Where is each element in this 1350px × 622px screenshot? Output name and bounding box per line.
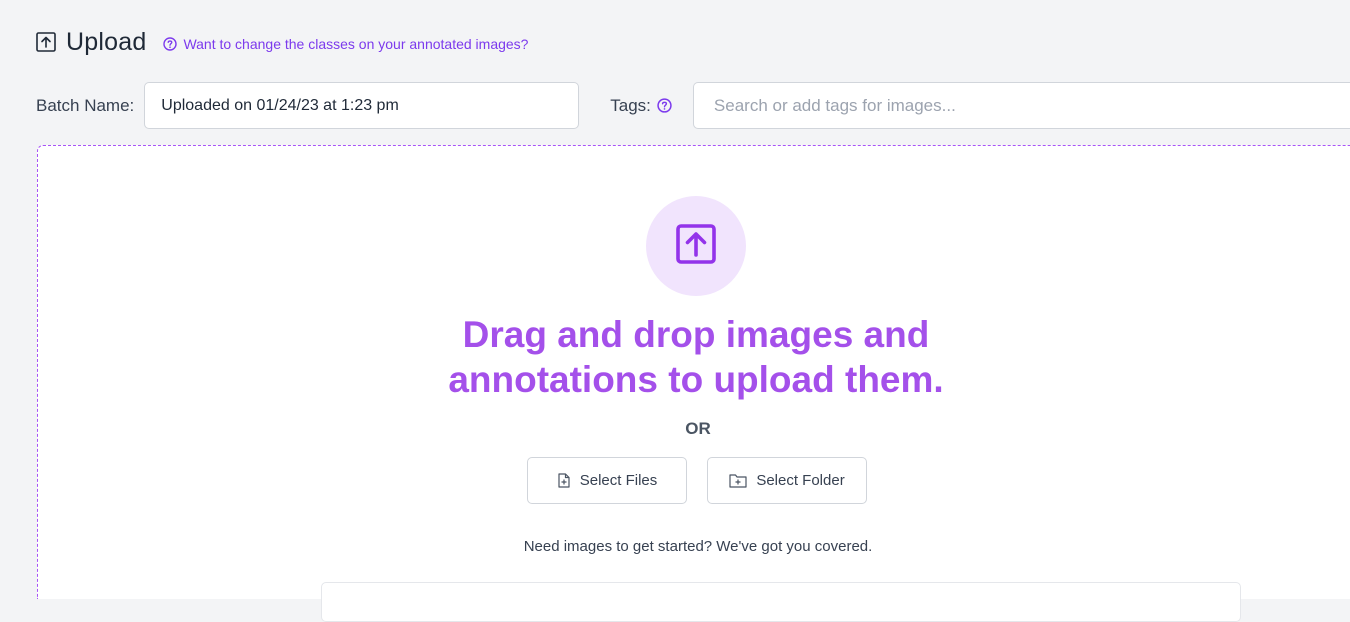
upload-icon [36,32,56,52]
sample-datasets-panel[interactable] [321,582,1241,622]
headline-line-1: Drag and drop images and [396,312,996,357]
page-header: Upload Want to change the classes on you… [36,26,528,58]
tags-search-input[interactable] [693,82,1350,129]
batch-name-input[interactable] [144,82,579,129]
dropzone-headline: Drag and drop images and annotations to … [396,312,996,402]
need-images-text: Need images to get started? We've got yo… [398,538,998,555]
tags-label-group: Tags: [610,96,672,116]
upload-dropzone[interactable]: Drag and drop images and annotations to … [37,145,1350,599]
change-classes-help-link[interactable]: Want to change the classes on your annot… [163,36,528,52]
batch-name-label: Batch Name: [36,96,134,116]
select-files-button[interactable]: Select Files [527,457,687,504]
upload-icon [675,223,717,270]
select-files-label: Select Files [580,472,658,489]
upload-icon-circle [646,196,746,296]
headline-line-2: annotations to upload them. [396,357,996,402]
help-link-text: Want to change the classes on your annot… [183,36,528,52]
folder-plus-icon [729,473,747,488]
or-divider-text: OR [648,419,748,439]
page-title: Upload [66,28,146,57]
select-folder-label: Select Folder [756,472,844,489]
batch-tags-row: Batch Name: Tags: [36,82,1350,129]
file-plus-icon [557,473,571,488]
help-circle-icon[interactable] [657,98,672,113]
tags-label: Tags: [610,96,651,116]
help-circle-icon [163,37,177,51]
select-folder-button[interactable]: Select Folder [707,457,867,504]
